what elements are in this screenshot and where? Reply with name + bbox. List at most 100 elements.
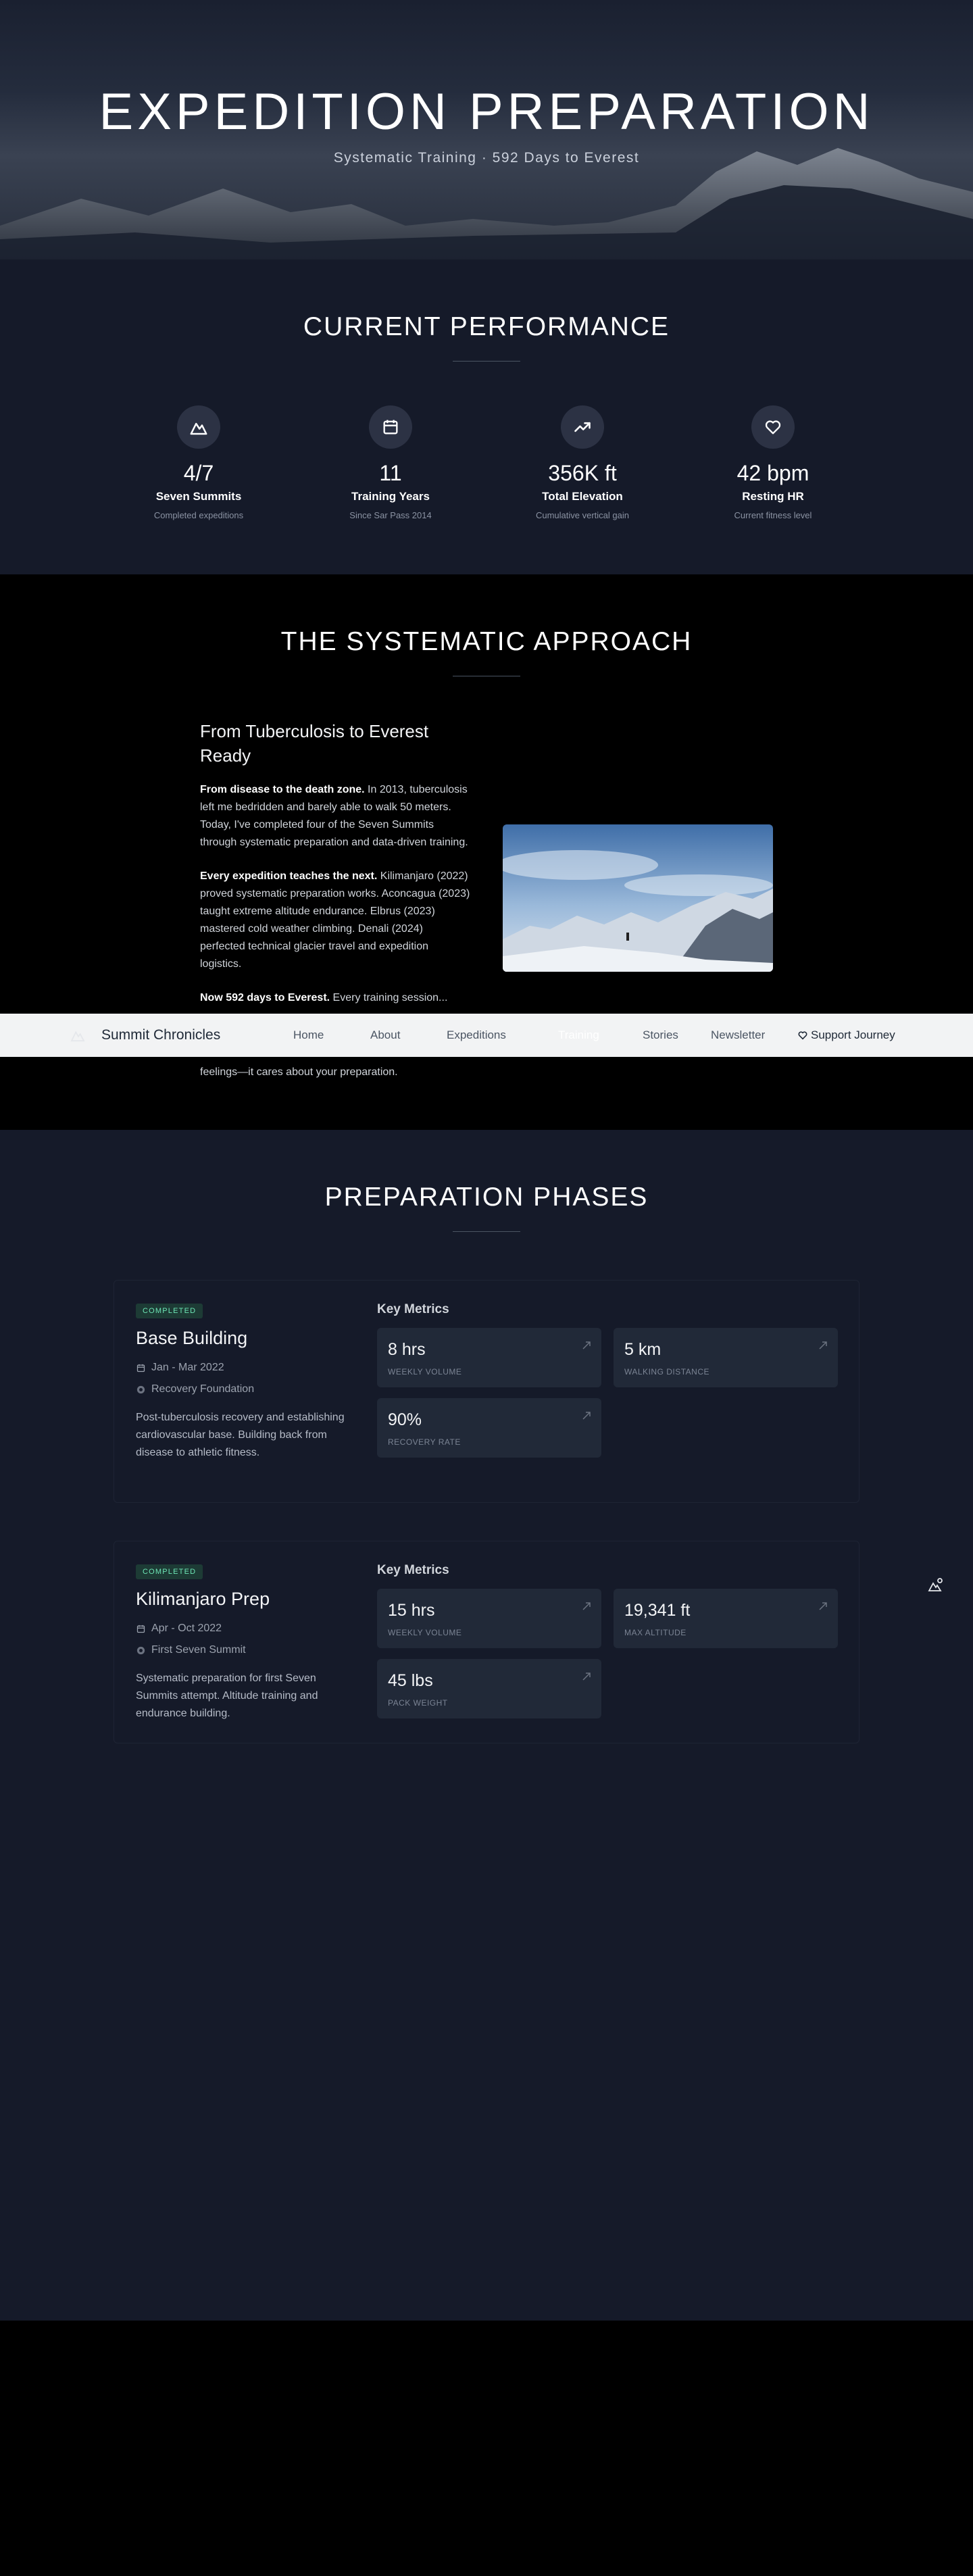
- stat-training-years: 11 Training Years Since Sar Pass 2014: [303, 405, 478, 520]
- stat-caption: Completed expeditions: [153, 510, 244, 520]
- metric-label: WALKING DISTANCE: [624, 1367, 710, 1377]
- phase-dates-text: Apr - Oct 2022: [151, 1623, 222, 1634]
- stat-caption: Cumulative vertical gain: [535, 510, 629, 520]
- approach-text: From Tuberculosis to Everest Ready From …: [200, 719, 470, 1078]
- status-badge: COMPLETED: [136, 1564, 203, 1579]
- metric-label: RECOVERY RATE: [388, 1437, 461, 1447]
- stat-value: 42 bpm: [737, 461, 809, 485]
- paragraph-body: Kilimanjaro (2022) proved systematic pre…: [200, 870, 470, 970]
- metric-tile: 8 hrs WEEKLY VOLUME: [377, 1328, 601, 1387]
- target-icon: [136, 1385, 145, 1393]
- paragraph-body: Every training session...: [330, 992, 448, 1004]
- performance-heading: CURRENT PERFORMANCE: [303, 312, 670, 341]
- mountain-logo-icon[interactable]: [70, 1029, 85, 1045]
- stat-label: Total Elevation: [542, 490, 623, 503]
- stat-value: 356K ft: [548, 461, 617, 485]
- metric-tile: 5 km WALKING DISTANCE: [614, 1328, 838, 1387]
- nav-link-home[interactable]: Home: [293, 1029, 324, 1042]
- phase-description: Systematic preparation for first Seven S…: [136, 1673, 318, 1719]
- floating-mountain-badge-icon[interactable]: [927, 1577, 943, 1597]
- stat-caption: Since Sar Pass 2014: [349, 510, 432, 520]
- page-title: EXPEDITION PREPARATION: [99, 83, 874, 141]
- metric-label: MAX ALTITUDE: [624, 1628, 687, 1637]
- heading-divider: [453, 361, 520, 362]
- stat-caption: Current fitness level: [734, 510, 812, 520]
- brand-link[interactable]: Summit Chronicles: [101, 1027, 220, 1043]
- heart-icon: [798, 1031, 807, 1040]
- metric-tile: 15 hrs WEEKLY VOLUME: [377, 1589, 601, 1648]
- heading-divider: [453, 1231, 520, 1232]
- stat-resting-hr: 42 bpm Resting HR Current fitness level: [685, 405, 861, 520]
- metric-label: WEEKLY VOLUME: [388, 1367, 462, 1377]
- approach-paragraph: From disease to the death zone. In 2013,…: [200, 781, 470, 851]
- nav-link-about[interactable]: About: [370, 1029, 400, 1042]
- paragraph-lead: Now 592 days to Everest.: [200, 992, 330, 1004]
- calendar-icon: [136, 1364, 145, 1372]
- top-navigation: Summit Chronicles Home About Expeditions…: [0, 1014, 973, 1057]
- hero-subtitle: Systematic Training · 592 Days to Everes…: [333, 150, 640, 166]
- metric-value: 5 km: [624, 1340, 662, 1359]
- support-journey-label: Support Journey: [811, 1029, 895, 1041]
- approach-subheading: From Tuberculosis to Everest Ready: [200, 721, 429, 766]
- calendar-icon: [369, 405, 412, 449]
- phases-section: PREPARATION PHASES COMPLETED Base Buildi…: [0, 1130, 973, 2321]
- phase-dates: Jan - Mar 2022: [136, 1362, 224, 1374]
- mountain-icon: [177, 405, 220, 449]
- trending-up-icon: [561, 405, 604, 449]
- target-icon: [136, 1646, 145, 1654]
- metric-label: PACK WEIGHT: [388, 1698, 448, 1708]
- support-journey-button[interactable]: Support Journey: [797, 1029, 895, 1042]
- metric-label: WEEKLY VOLUME: [388, 1628, 462, 1637]
- metric-value: 45 lbs: [388, 1671, 433, 1690]
- phase-card: COMPLETED Base Building Jan - Mar 2022 R…: [114, 1280, 859, 1503]
- phase-description: Post-tuberculosis recovery and establish…: [136, 1412, 345, 1458]
- approach-heading: THE SYSTEMATIC APPROACH: [280, 627, 693, 656]
- stat-total-elevation: 356K ft Total Elevation Cumulative verti…: [495, 405, 670, 520]
- phase-focus-text: Recovery Foundation: [151, 1383, 255, 1395]
- stat-label: Resting HR: [742, 490, 804, 503]
- hero-mountain-backdrop: [0, 148, 973, 259]
- approach-paragraph: Now 592 days to Everest. Every training …: [200, 989, 470, 1007]
- stat-value: 11: [379, 461, 402, 485]
- arrow-up-right-icon: [582, 1602, 591, 1610]
- metric-value: 15 hrs: [388, 1601, 435, 1620]
- phase-focus: First Seven Summit: [136, 1644, 246, 1656]
- phase-focus: Recovery Foundation: [136, 1383, 254, 1395]
- stat-seven-summits: 4/7 Seven Summits Completed expeditions: [111, 405, 286, 520]
- arrow-up-right-icon: [582, 1412, 591, 1420]
- arrow-up-right-icon: [819, 1341, 827, 1349]
- mountain-photo: [503, 824, 773, 972]
- nav-link-newsletter[interactable]: Newsletter: [711, 1029, 765, 1042]
- stat-label: Seven Summits: [155, 490, 242, 503]
- metric-value: 8 hrs: [388, 1340, 426, 1359]
- stat-label: Training Years: [351, 490, 430, 503]
- heart-icon: [751, 405, 795, 449]
- performance-section: CURRENT PERFORMANCE 4/7 Seven Summits Co…: [0, 259, 973, 574]
- key-metrics-heading: Key Metrics: [377, 1563, 449, 1577]
- nav-link-expeditions[interactable]: Expeditions: [447, 1029, 506, 1042]
- key-metrics-heading: Key Metrics: [377, 1302, 449, 1316]
- approach-paragraph: Every expedition teaches the next. Kilim…: [200, 868, 470, 973]
- nav-link-stories[interactable]: Stories: [643, 1029, 678, 1042]
- arrow-up-right-icon: [582, 1673, 591, 1681]
- arrow-up-right-icon: [582, 1341, 591, 1349]
- status-badge: COMPLETED: [136, 1304, 203, 1318]
- phase-card: COMPLETED Kilimanjaro Prep Apr - Oct 202…: [114, 1541, 859, 1743]
- phase-dates: Apr - Oct 2022: [136, 1623, 222, 1635]
- approach-trailing-line: feelings—it cares about your preparation…: [200, 1066, 398, 1078]
- metric-tile: 19,341 ft MAX ALTITUDE: [614, 1589, 838, 1648]
- calendar-icon: [136, 1625, 145, 1633]
- paragraph-lead: Every expedition teaches the next.: [200, 870, 378, 882]
- metric-value: 19,341 ft: [624, 1601, 691, 1620]
- phase-dates-text: Jan - Mar 2022: [151, 1362, 224, 1373]
- hero-section: EXPEDITION PREPARATION Systematic Traini…: [0, 0, 973, 259]
- metric-tile: 45 lbs PACK WEIGHT: [377, 1659, 601, 1718]
- paragraph-lead: From disease to the death zone.: [200, 784, 365, 795]
- phase-title: Kilimanjaro Prep: [136, 1589, 270, 1609]
- nav-link-training[interactable]: Training: [558, 1029, 599, 1042]
- phase-focus-text: First Seven Summit: [151, 1644, 246, 1656]
- arrow-up-right-icon: [819, 1602, 827, 1610]
- metric-tile: 90% RECOVERY RATE: [377, 1398, 601, 1458]
- phases-heading: PREPARATION PHASES: [324, 1183, 649, 1212]
- metric-value: 90%: [388, 1410, 422, 1429]
